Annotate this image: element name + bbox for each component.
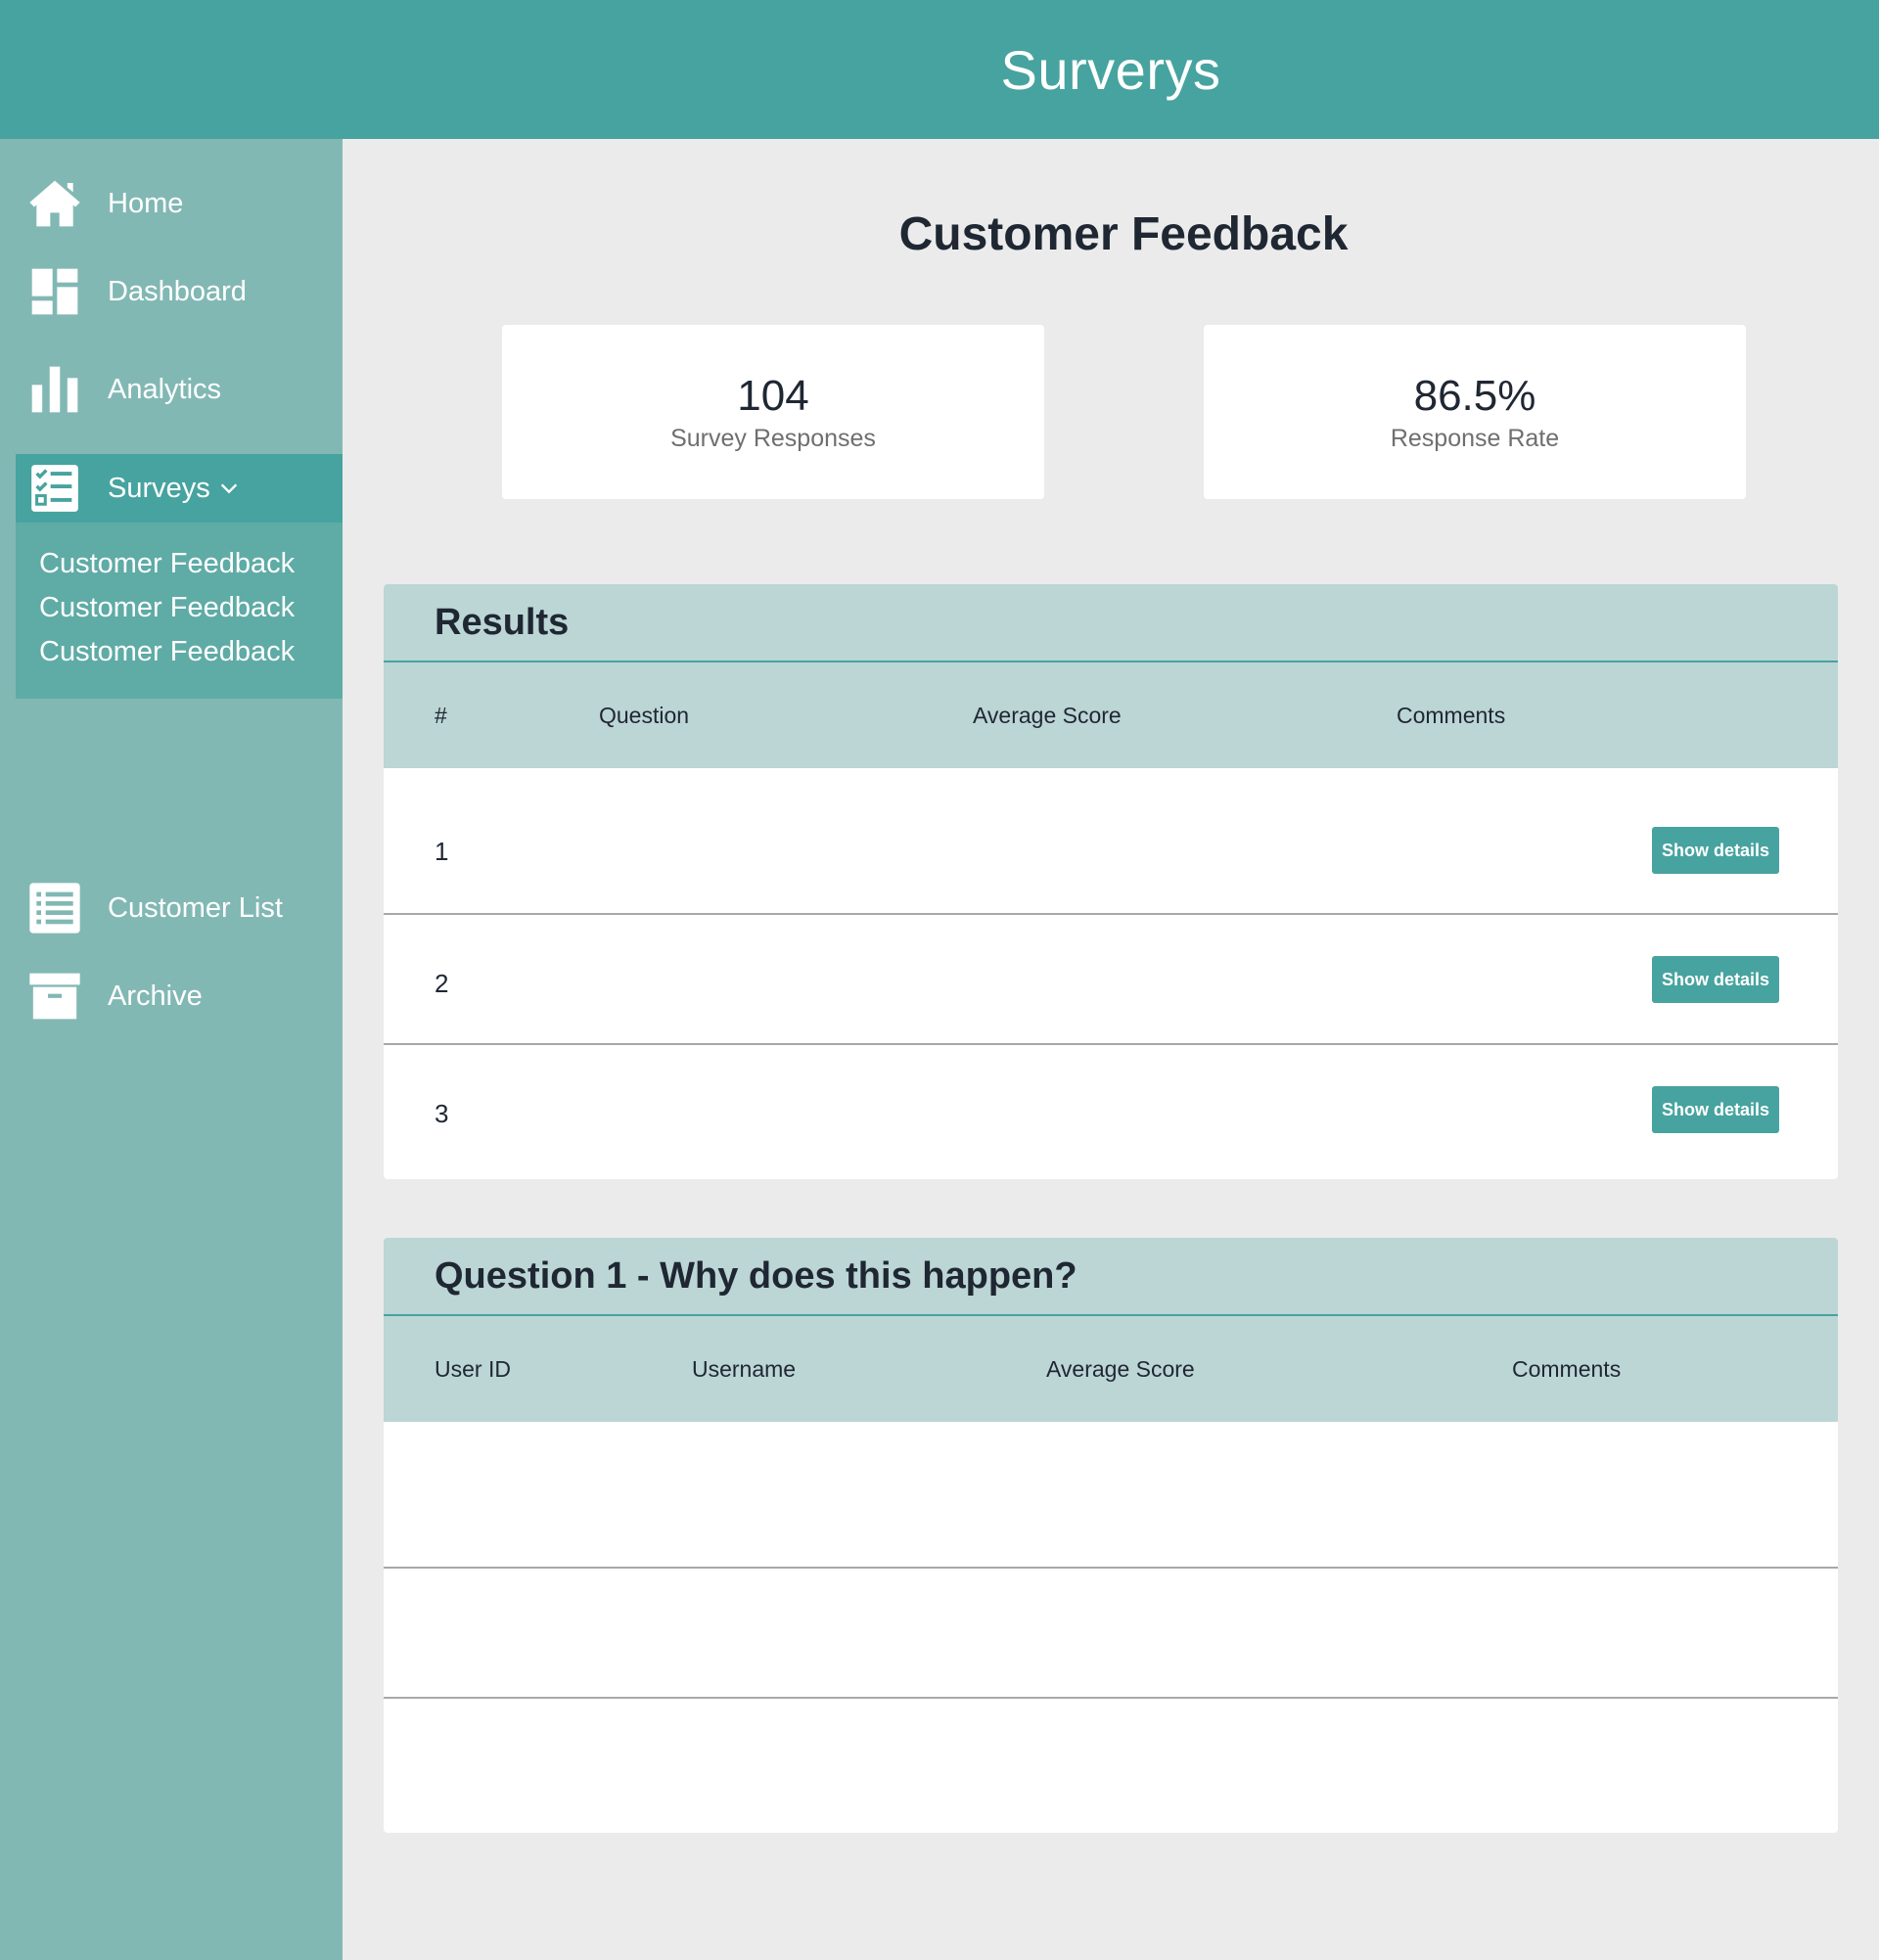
survey-sub-list: Customer Feedback Customer Feedback Cust… xyxy=(39,542,295,674)
results-table-head: # Question Average Score Comments xyxy=(384,662,1838,768)
table-row xyxy=(384,1422,1838,1569)
survey-sub-item[interactable]: Customer Feedback xyxy=(39,586,295,630)
surveys-group: Surveys Customer Feedback Customer Feedb… xyxy=(16,454,343,699)
chevron-down-icon xyxy=(220,483,237,494)
archive-icon xyxy=(23,965,86,1027)
question-panel: Question 1 - Why does this happen? User … xyxy=(384,1238,1838,1833)
sidebar-item-label: Customer List xyxy=(108,891,283,924)
table-row xyxy=(384,1699,1838,1829)
column-header: Average Score xyxy=(973,703,1122,728)
survey-sub-item[interactable]: Customer Feedback xyxy=(39,630,295,674)
row-number: 2 xyxy=(435,969,449,998)
stat-value: 86.5% xyxy=(1413,371,1536,420)
page-title: Customer Feedback xyxy=(898,208,1349,260)
sidebar-item-label: Archive xyxy=(108,980,203,1012)
column-header: # xyxy=(435,703,447,728)
list-icon xyxy=(23,877,86,939)
sidebar-item-customer-list[interactable]: Customer List xyxy=(16,873,343,943)
question-table-head: User ID Username Average Score Comments xyxy=(384,1316,1838,1422)
sidebar-item-dashboard[interactable]: Dashboard xyxy=(16,256,343,327)
show-details-button[interactable]: Show details xyxy=(1652,956,1779,1003)
results-header: Results xyxy=(384,584,1838,662)
column-header: Comments xyxy=(1512,1356,1622,1382)
home-icon xyxy=(23,172,86,235)
sidebar-item-label: Dashboard xyxy=(108,275,247,307)
results-panel: Results # Question Average Score Comment… xyxy=(384,584,1838,1179)
stat-card-responses: 104 Survey Responses xyxy=(502,325,1044,499)
app-title: Surverys xyxy=(1000,38,1221,101)
sidebar: Home Dashboard Analytics Surveys Custome… xyxy=(0,139,343,1960)
sidebar-item-analytics[interactable]: Analytics xyxy=(16,354,343,425)
stat-value: 104 xyxy=(737,371,809,420)
table-row xyxy=(384,1569,1838,1699)
stat-card-response-rate: 86.5% Response Rate xyxy=(1204,325,1746,499)
table-row: 2 Show details xyxy=(384,915,1838,1045)
show-details-button[interactable]: Show details xyxy=(1652,827,1779,874)
table-row: 1 Show details xyxy=(384,768,1838,915)
column-header: User ID xyxy=(435,1356,511,1382)
column-header: Comments xyxy=(1397,703,1506,728)
sidebar-item-home[interactable]: Home xyxy=(16,168,343,239)
row-number: 3 xyxy=(435,1099,449,1128)
bar-chart-icon xyxy=(23,358,86,421)
checklist-icon xyxy=(23,457,86,520)
main-content: Customer Feedback 104 Survey Responses 8… xyxy=(343,139,1879,1960)
dashboard-icon xyxy=(23,260,86,323)
question-title: Question 1 - Why does this happen? xyxy=(435,1254,1077,1297)
sidebar-item-surveys[interactable]: Surveys xyxy=(16,454,343,523)
stat-caption: Survey Responses xyxy=(670,424,876,452)
results-title: Results xyxy=(435,601,570,643)
column-header: Question xyxy=(599,703,690,728)
column-header: Username xyxy=(692,1356,797,1382)
show-details-button[interactable]: Show details xyxy=(1652,1086,1779,1133)
stat-caption: Response Rate xyxy=(1390,424,1560,452)
sidebar-item-label: Home xyxy=(108,187,184,219)
row-number: 1 xyxy=(435,837,449,866)
survey-sub-item[interactable]: Customer Feedback xyxy=(39,542,295,586)
sidebar-item-label: Surveys xyxy=(108,472,210,504)
column-header: Average Score xyxy=(1046,1356,1195,1382)
sidebar-item-archive[interactable]: Archive xyxy=(16,961,343,1031)
top-bar: Surverys xyxy=(0,0,1879,139)
sidebar-item-label: Analytics xyxy=(108,373,222,405)
table-row: 3 Show details xyxy=(384,1045,1838,1175)
question-header: Question 1 - Why does this happen? xyxy=(384,1238,1838,1316)
